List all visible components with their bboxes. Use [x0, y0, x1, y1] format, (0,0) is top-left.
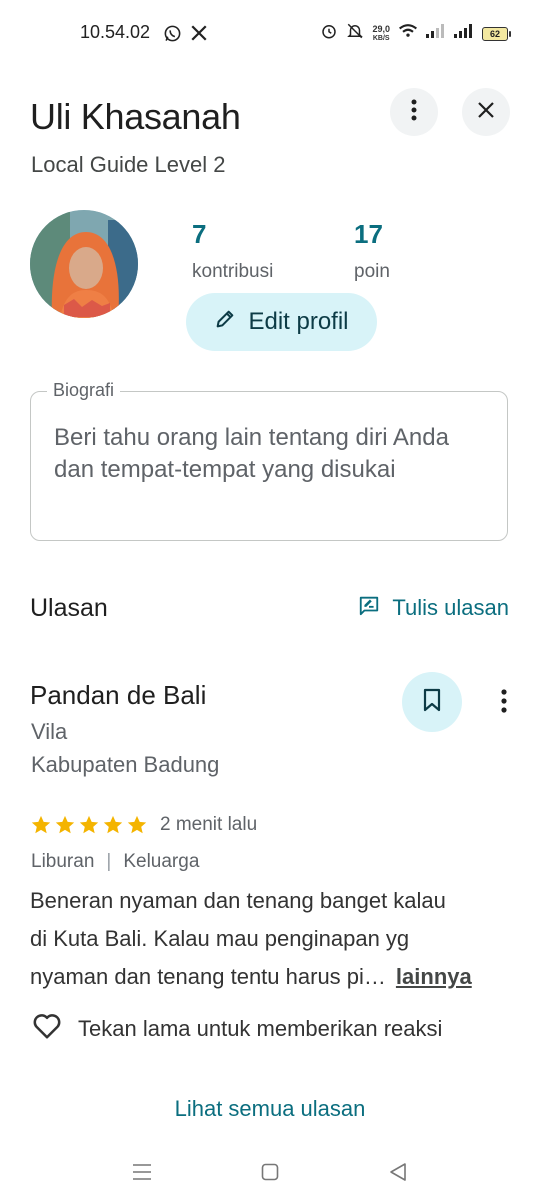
- close-icon: [477, 101, 495, 124]
- square-icon: [261, 1163, 279, 1186]
- whatsapp-icon: [163, 24, 182, 48]
- profile-name: Uli Khasanah: [30, 96, 241, 137]
- more-vert-icon: [411, 99, 417, 126]
- wifi-icon: [398, 23, 418, 44]
- star-icon: [79, 815, 99, 834]
- status-bar: 10.54.02 29,0 KB/S 62: [0, 0, 540, 70]
- reaction-label: Tekan lama untuk memberikan reaksi: [78, 1016, 443, 1041]
- close-button[interactable]: [462, 88, 510, 136]
- back-button[interactable]: [380, 1156, 416, 1192]
- screen: 10.54.02 29,0 KB/S 62 Uli Khasanah Local…: [0, 0, 540, 1200]
- points-count[interactable]: 17: [354, 219, 383, 250]
- avatar[interactable]: [30, 210, 138, 318]
- battery-icon: 62: [482, 26, 511, 41]
- review-place-location: Kabupaten Badung: [31, 752, 220, 777]
- reaction-button[interactable]: Tekan lama untuk memberikan reaksi: [32, 1012, 442, 1046]
- home-button[interactable]: [252, 1156, 288, 1192]
- status-time: 10.54.02: [80, 22, 151, 42]
- network-speed-unit: KB/S: [372, 34, 390, 42]
- write-review-label: Tulis ulasan: [392, 595, 509, 620]
- recent-apps-button[interactable]: [124, 1156, 160, 1192]
- more-options-button[interactable]: [390, 88, 438, 136]
- avatar-image: [30, 210, 138, 318]
- star-icon: [55, 815, 75, 834]
- status-icons: 29,0 KB/S 62: [320, 22, 511, 45]
- heart-icon: [32, 1012, 62, 1046]
- edit-profile-button[interactable]: Edit profil: [186, 293, 377, 351]
- review-place-name[interactable]: Pandan de Bali: [30, 680, 206, 711]
- contributions-label: kontribusi: [192, 261, 274, 282]
- rate-review-icon: [358, 594, 380, 622]
- review-text-line-end: nyaman dan tenang tentu harus pi…: [30, 964, 386, 989]
- x-icon: [190, 24, 208, 47]
- local-guide-level: Local Guide Level 2: [31, 152, 226, 177]
- review-text[interactable]: Beneran nyaman dan tenang banget kalau d…: [30, 882, 510, 996]
- more-vert-icon: [501, 688, 507, 718]
- review-place-category: Vila: [31, 719, 68, 744]
- see-all-reviews-link[interactable]: Lihat semua ulasan: [0, 1096, 540, 1122]
- menu-icon: [132, 1163, 152, 1186]
- reviews-section-title: Ulasan: [30, 594, 108, 622]
- contributions-count[interactable]: 7: [192, 219, 206, 250]
- bio-input[interactable]: Biografi Beri tahu orang lain tentang di…: [30, 380, 508, 541]
- signal-icon: [454, 24, 474, 43]
- star-icon: [127, 815, 147, 834]
- bio-label: Biografi: [47, 380, 121, 401]
- system-nav-bar: [0, 1150, 540, 1200]
- star-icon: [103, 815, 123, 834]
- save-place-button[interactable]: [402, 672, 462, 732]
- network-speed-value: 29,0: [372, 23, 390, 34]
- review-tag: Liburan: [31, 851, 95, 872]
- review-time: 2 menit lalu: [160, 814, 258, 835]
- review-text-line: di Kuta Bali. Kalau mau penginapan yg: [30, 926, 410, 951]
- bookmark-icon: [422, 688, 442, 717]
- review-rating-stars: [30, 814, 148, 836]
- mute-icon: [346, 22, 364, 45]
- battery-level: 62: [489, 28, 500, 39]
- tag-separator: |: [106, 851, 112, 872]
- pencil-icon: [214, 308, 236, 337]
- back-triangle-icon: [389, 1162, 407, 1187]
- network-speed: 29,0 KB/S: [372, 23, 390, 43]
- points-label: poin: [354, 261, 390, 282]
- review-tags: Liburan | Keluarga: [31, 851, 199, 873]
- review-text-line: nyaman dan tenang tentu harus pi… lainnya: [30, 958, 510, 996]
- alarm-icon: [320, 22, 338, 45]
- review-tag: Keluarga: [123, 851, 200, 872]
- write-review-button[interactable]: Tulis ulasan: [358, 594, 509, 622]
- review-more-options-button[interactable]: [490, 688, 518, 718]
- read-more-link[interactable]: lainnya: [396, 964, 472, 989]
- edit-profile-label: Edit profil: [248, 308, 349, 335]
- review-text-line: Beneran nyaman dan tenang banget kalau: [30, 888, 446, 913]
- signal-icon: [426, 24, 446, 43]
- bio-placeholder: Beri tahu orang lain tentang diri Anda d…: [54, 424, 449, 483]
- star-icon: [31, 815, 51, 834]
